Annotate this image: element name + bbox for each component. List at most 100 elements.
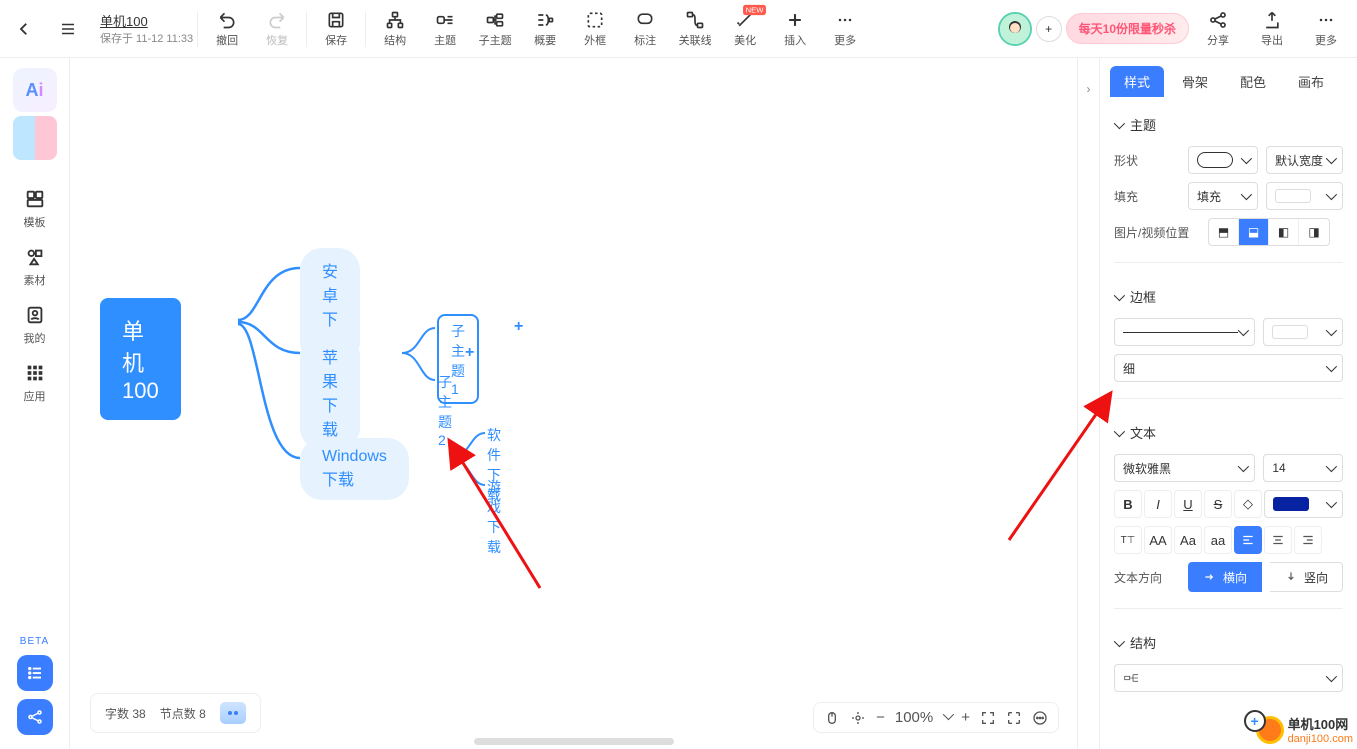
border-style-select[interactable]	[1114, 318, 1255, 346]
redo-button: 恢复	[252, 4, 302, 54]
fill-type-select[interactable]: 填充	[1188, 182, 1258, 210]
apps-button[interactable]: 应用	[12, 356, 58, 410]
align-left[interactable]	[1234, 526, 1262, 554]
left-sidebar: Ai 模板 素材 我的 应用 BETA	[0, 58, 70, 749]
zoom-value[interactable]: 100%	[895, 709, 933, 726]
bot-icon[interactable]	[220, 702, 246, 724]
tab-style[interactable]: 样式	[1110, 66, 1164, 97]
chevron-down-icon	[1114, 289, 1122, 304]
align-right[interactable]	[1294, 526, 1322, 554]
add-child-icon[interactable]: +	[465, 344, 474, 362]
summary-button[interactable]: 概要	[520, 4, 570, 54]
canvas[interactable]: 单机100 安卓下载 苹果下载 Windows下载 子主题 1 + + 子主题 …	[70, 58, 1077, 749]
topbar-right: + 每天10份限量秒杀 分享 导出 更多	[998, 4, 1351, 54]
case-upper[interactable]: AA	[1144, 526, 1172, 554]
dir-horizontal[interactable]: 横向	[1188, 562, 1262, 592]
subtopic-button[interactable]: 子主题	[470, 4, 520, 54]
width-select[interactable]: 默认宽度	[1266, 146, 1343, 174]
fill-label: 填充	[1114, 188, 1180, 205]
tab-canvas[interactable]: 画布	[1284, 66, 1338, 97]
promo-banner[interactable]: 每天10份限量秒杀	[1066, 13, 1189, 44]
shape-label: 形状	[1114, 152, 1180, 169]
align-center[interactable]	[1264, 526, 1292, 554]
user-avatar[interactable]	[998, 12, 1032, 46]
theme-picker-button[interactable]	[13, 116, 57, 160]
beautify-button[interactable]: NEW美化	[720, 4, 770, 54]
relation-button[interactable]: 关联线	[670, 4, 720, 54]
underline-button[interactable]: U	[1174, 490, 1202, 518]
fullscreen-icon[interactable]	[1006, 710, 1022, 726]
zoom-more-icon[interactable]	[1032, 710, 1048, 726]
font-family-select[interactable]: 微软雅黑	[1114, 454, 1255, 482]
topbar-more-button[interactable]: 更多	[820, 4, 870, 54]
menu-button[interactable]	[50, 11, 86, 47]
zoom-out-icon[interactable]: −	[876, 709, 885, 726]
pos-left[interactable]: ◧	[1269, 219, 1299, 245]
save-button[interactable]: 保存	[311, 4, 361, 54]
fill-color-select[interactable]	[1266, 182, 1343, 210]
fit-screen-icon[interactable]	[980, 710, 996, 726]
mine-button[interactable]: 我的	[12, 298, 58, 352]
document-title[interactable]: 单机100	[100, 11, 193, 30]
fit-center-icon[interactable]	[850, 710, 866, 726]
add-sibling-icon[interactable]: +	[514, 318, 523, 336]
save-status: 保存于 11-12 11:33	[100, 30, 193, 46]
insert-button[interactable]: 插入	[770, 4, 820, 54]
case-tt[interactable]: T⊤	[1114, 526, 1142, 554]
chevron-down-icon	[1114, 425, 1122, 440]
material-button[interactable]: 素材	[12, 240, 58, 294]
tab-color[interactable]: 配色	[1226, 66, 1280, 97]
node-apple[interactable]: 苹果下载	[300, 334, 360, 450]
media-pos-label: 图片/视频位置	[1114, 224, 1200, 241]
outline-button[interactable]	[17, 655, 53, 691]
structure-button[interactable]: 结构	[370, 4, 420, 54]
shape-select[interactable]	[1188, 146, 1258, 174]
case-title[interactable]: Aa	[1174, 526, 1202, 554]
section-topic[interactable]: 主题	[1114, 103, 1343, 142]
title-area: 单机100 保存于 11-12 11:33	[100, 11, 193, 46]
zoom-in-icon[interactable]: +	[961, 709, 970, 726]
bold-button[interactable]: B	[1114, 490, 1142, 518]
text-color-select[interactable]	[1264, 490, 1343, 518]
note-button[interactable]: 标注	[620, 4, 670, 54]
clear-format-button[interactable]: ◇	[1234, 490, 1262, 518]
pos-right[interactable]: ◨	[1299, 219, 1329, 245]
share-button[interactable]: 分享	[1193, 4, 1243, 54]
node-subtopic2[interactable]: 子主题 2	[438, 372, 452, 448]
border-color-select[interactable]	[1263, 318, 1343, 346]
tab-skeleton[interactable]: 骨架	[1168, 66, 1222, 97]
node-count: 节点数 8	[160, 705, 206, 722]
case-lower[interactable]: aa	[1204, 526, 1232, 554]
add-user-button[interactable]: +	[1036, 16, 1062, 42]
boundary-button[interactable]: 外框	[570, 4, 620, 54]
italic-button[interactable]: I	[1144, 490, 1172, 518]
export-button[interactable]: 导出	[1247, 4, 1297, 54]
section-structure[interactable]: 结构	[1114, 621, 1343, 660]
node-windows[interactable]: Windows下载	[300, 438, 409, 500]
node-games[interactable]: 游戏下载	[487, 477, 501, 557]
zoom-bar: − 100% +	[813, 702, 1059, 733]
root-node[interactable]: 单机100	[100, 298, 181, 420]
horizontal-scrollbar[interactable]	[474, 738, 674, 745]
undo-button[interactable]: 撤回	[202, 4, 252, 54]
leftbar-bottom: BETA	[17, 636, 53, 749]
share-map-button[interactable]	[17, 699, 53, 735]
template-button[interactable]: 模板	[12, 182, 58, 236]
pos-top[interactable]: ⬒	[1209, 219, 1239, 245]
dir-vertical[interactable]: 竖向	[1270, 562, 1343, 592]
section-border[interactable]: 边框	[1114, 275, 1343, 314]
mouse-mode-icon[interactable]	[824, 710, 840, 726]
font-size-select[interactable]: 14	[1263, 454, 1343, 482]
theme-button[interactable]: 主题	[420, 4, 470, 54]
border-thickness-select[interactable]: 细	[1114, 354, 1343, 382]
ai-button[interactable]: Ai	[13, 68, 57, 112]
pos-bottom[interactable]: ⬓	[1239, 219, 1269, 245]
back-button[interactable]	[6, 11, 42, 47]
right-panel-toggle[interactable]: ›	[1077, 58, 1099, 749]
topbar-more2-button[interactable]: 更多	[1301, 4, 1351, 54]
section-text[interactable]: 文本	[1114, 411, 1343, 450]
word-count: 字数 38	[105, 705, 146, 722]
structure-select[interactable]	[1114, 664, 1343, 692]
strike-button[interactable]: S	[1204, 490, 1232, 518]
right-panel-body: 主题 形状 默认宽度 填充 填充 图片/视频位置 ⬒ ⬓ ◧ ◨	[1100, 97, 1357, 749]
